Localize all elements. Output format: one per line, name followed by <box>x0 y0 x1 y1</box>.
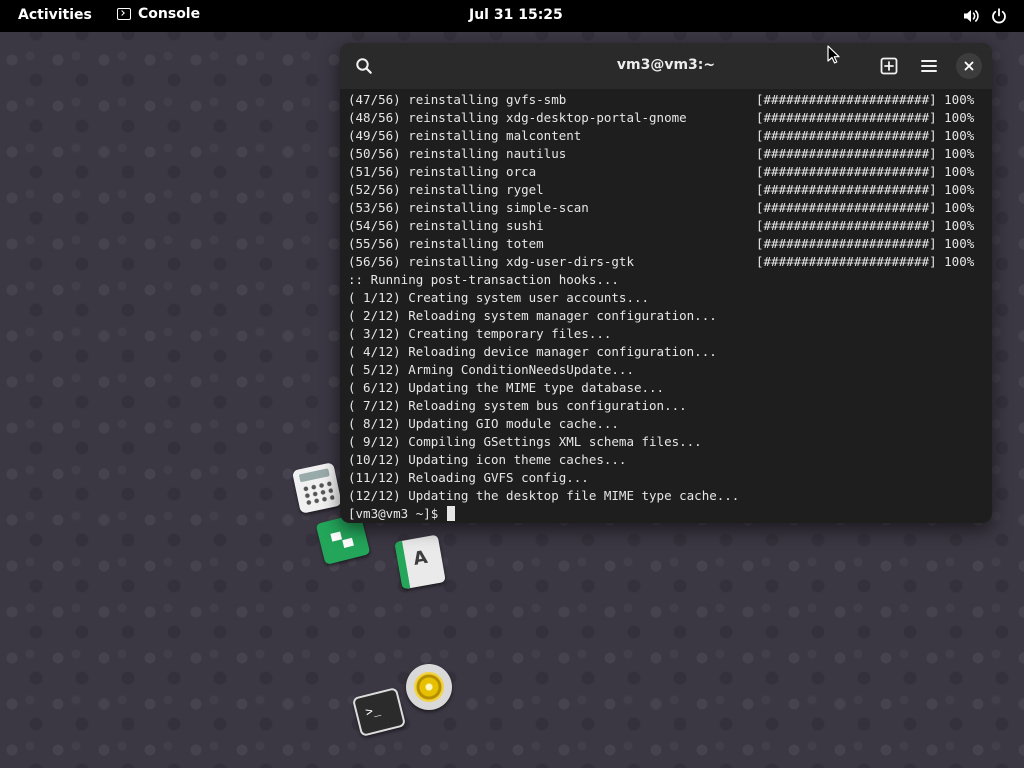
progress-bar-text: [######################] 100% <box>756 182 975 197</box>
terminal-line-text: (11/12) Reloading GVFS config... <box>348 470 589 485</box>
terminal-line-text: ( 2/12) Reloading system manager configu… <box>348 308 717 323</box>
header-bar[interactable]: vm3@vm3:~ <box>340 43 992 89</box>
terminal-line-text: (56/56) reinstalling xdg-user-dirs-gtk <box>348 254 634 269</box>
terminal-line: (56/56) reinstalling xdg-user-dirs-gtk [#… <box>348 253 988 271</box>
app-menu-label: Console <box>138 6 201 22</box>
volume-icon[interactable] <box>962 7 980 25</box>
terminal-app-icon <box>117 8 131 20</box>
power-icon[interactable] <box>990 7 1008 25</box>
terminal-line-text: (52/56) reinstalling rygel <box>348 182 544 197</box>
prompt-line[interactable]: [vm3@vm3 ~]$ <box>348 505 988 523</box>
top-bar: Activities Console Jul 31 15:25 <box>0 0 1024 32</box>
progress-bar-text: [######################] 100% <box>756 110 975 125</box>
close-icon <box>964 61 974 71</box>
terminal-line: ( 9/12) Compiling GSettings XML schema f… <box>348 433 988 451</box>
progress-bar-text: [######################] 100% <box>756 164 975 179</box>
terminal-line-text: (51/56) reinstalling orca <box>348 164 537 179</box>
new-tab-icon <box>880 57 898 75</box>
terminal-line: (12/12) Updating the desktop file MIME t… <box>348 487 988 505</box>
clock[interactable]: Jul 31 15:25 <box>469 7 563 23</box>
activities-button[interactable]: Activities <box>18 7 92 23</box>
progress-bar-text: [######################] 100% <box>756 218 975 233</box>
terminal-output[interactable]: (47/56) reinstalling gvfs-smb [##########… <box>348 91 988 521</box>
terminal-line: (48/56) reinstalling xdg-desktop-portal-… <box>348 109 988 127</box>
terminal-line: ( 6/12) Updating the MIME type database.… <box>348 379 988 397</box>
terminal-line-text: (50/56) reinstalling nautilus <box>348 146 567 161</box>
calculator-icon[interactable] <box>291 462 343 514</box>
text-cursor <box>446 506 455 521</box>
progress-bar-text: [######################] 100% <box>756 146 975 161</box>
terminal-line-text: (53/56) reinstalling simple-scan <box>348 200 589 215</box>
terminal-line: ( 5/12) Arming ConditionNeedsUpdate... <box>348 361 988 379</box>
terminal-line-text: (47/56) reinstalling gvfs-smb <box>348 92 567 107</box>
terminal-line-text: (48/56) reinstalling xdg-desktop-portal-… <box>348 110 687 125</box>
terminal-line-text: (54/56) reinstalling sushi <box>348 218 544 233</box>
sound-speaker-icon[interactable] <box>406 664 452 710</box>
app-menu-button[interactable]: Console <box>117 6 200 22</box>
terminal-line-text: ( 6/12) Updating the MIME type database.… <box>348 380 665 395</box>
terminal-launcher-icon[interactable]: >_ <box>351 687 407 737</box>
speaker-cone <box>414 672 444 702</box>
terminal-line: (53/56) reinstalling simple-scan [#######… <box>348 199 988 217</box>
terminal-line: ( 7/12) Reloading system bus configurati… <box>348 397 988 415</box>
terminal-line-text: ( 8/12) Updating GIO module cache... <box>348 416 619 431</box>
progress-bar-text: [######################] 100% <box>756 200 975 215</box>
close-button[interactable] <box>956 53 982 79</box>
terminal-line-text: :: Running post-transaction hooks... <box>348 272 619 287</box>
terminal-line-text: ( 3/12) Creating temporary files... <box>348 326 612 341</box>
terminal-line: ( 3/12) Creating temporary files... <box>348 325 988 343</box>
shell-prompt: [vm3@vm3 ~]$ <box>348 506 446 521</box>
mouse-pointer-icon <box>827 45 840 64</box>
terminal-line: (52/56) reinstalling rygel [#############… <box>348 181 988 199</box>
hamburger-menu-icon <box>921 60 937 72</box>
terminal-line: (54/56) reinstalling sushi [#############… <box>348 217 988 235</box>
terminal-line: (49/56) reinstalling malcontent [########… <box>348 127 988 145</box>
terminal-line: ( 4/12) Reloading device manager configu… <box>348 343 988 361</box>
text-editor-glyph: A <box>411 546 430 570</box>
terminal-line: ( 1/12) Creating system user accounts... <box>348 289 988 307</box>
terminal-line: (50/56) reinstalling nautilus [##########… <box>348 145 988 163</box>
terminal-line-text: ( 1/12) Creating system user accounts... <box>348 290 650 305</box>
terminal-line: (10/12) Updating icon theme caches... <box>348 451 988 469</box>
terminal-window[interactable]: vm3@vm3:~ (47/56) reinstalling gvfs-smb [… <box>340 43 992 523</box>
terminal-line-text: (10/12) Updating icon theme caches... <box>348 452 627 467</box>
progress-bar-text: [######################] 100% <box>756 128 975 143</box>
new-tab-button[interactable] <box>875 52 903 80</box>
terminal-line-text: (12/12) Updating the desktop file MIME t… <box>348 488 740 503</box>
main-menu-button[interactable] <box>915 52 943 80</box>
terminal-launcher-glyph: >_ <box>363 701 382 720</box>
terminal-line-text: ( 5/12) Arming ConditionNeedsUpdate... <box>348 362 634 377</box>
terminal-line-text: ( 9/12) Compiling GSettings XML schema f… <box>348 434 702 449</box>
terminal-line: ( 8/12) Updating GIO module cache... <box>348 415 988 433</box>
progress-bar-text: [######################] 100% <box>756 236 975 251</box>
calculator-keys <box>301 479 336 508</box>
terminal-line-text: ( 7/12) Reloading system bus configurati… <box>348 398 687 413</box>
terminal-line: :: Running post-transaction hooks... <box>348 271 988 289</box>
terminal-line-text: (49/56) reinstalling malcontent <box>348 128 582 143</box>
terminal-line: (51/56) reinstalling orca [##############… <box>348 163 988 181</box>
spreadsheet-cells <box>325 525 359 554</box>
terminal-line: (47/56) reinstalling gvfs-smb [##########… <box>348 91 988 109</box>
terminal-line-text: (55/56) reinstalling totem <box>348 236 544 251</box>
terminal-line: (55/56) reinstalling totem [#############… <box>348 235 988 253</box>
terminal-line: ( 2/12) Reloading system manager configu… <box>348 307 988 325</box>
progress-bar-text: [######################] 100% <box>756 92 975 107</box>
terminal-line: (11/12) Reloading GVFS config... <box>348 469 988 487</box>
text-editor-icon[interactable]: A <box>394 534 446 590</box>
progress-bar-text: [######################] 100% <box>756 254 975 269</box>
terminal-line-text: ( 4/12) Reloading device manager configu… <box>348 344 717 359</box>
